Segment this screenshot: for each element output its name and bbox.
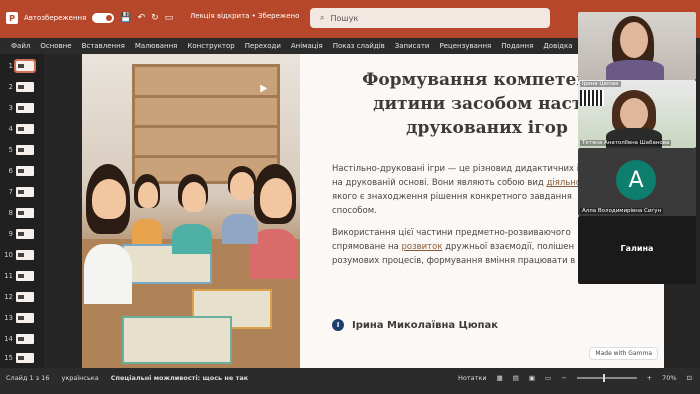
autosave-label: Автозбереження [24,14,87,22]
search-box[interactable]: ⌕ Пошук [310,8,550,28]
tab-view[interactable]: Подання [496,42,538,50]
tab-design[interactable]: Конструктор [182,42,239,50]
slide[interactable]: Формування компетентн дитини засобом нас… [82,54,664,368]
thumbnail[interactable]: 1 [4,58,42,74]
tab-help[interactable]: Довідка [538,42,577,50]
normal-view-icon[interactable]: ▦ [497,374,503,382]
thumbnail[interactable]: 13 [4,310,42,326]
powerpoint-window: P Автозбереження 💾 ↶ ↻ ▭ Лекція відкрита… [0,0,700,394]
slideshow-icon[interactable]: ▭ [545,374,551,382]
powerpoint-logo-icon: P [6,12,18,24]
redo-icon[interactable]: ↻ [151,13,159,23]
participant-tag: Ірина Цюпак [580,81,621,87]
slide-thumbnails: 1 2 3 4 5 6 7 8 9 10 11 12 13 14 15 [0,54,44,368]
made-with-gamma-badge[interactable]: Made with Gamma [589,347,658,360]
participant-avatar: А [616,160,656,200]
participant-name: Тетяна Анатоліївна Шабанова [580,140,672,146]
title-bar-left: P Автозбереження 💾 ↶ ↻ ▭ [6,12,173,24]
thumbnail[interactable]: 12 [4,289,42,305]
video-tile[interactable] [578,12,696,80]
slide-sorter-icon[interactable]: ▤ [513,374,519,382]
author-line[interactable]: I Ірина Миколаївна Цюпак [332,319,498,331]
language[interactable]: українська [61,374,98,382]
slide-counter: Слайд 1 з 16 [6,374,50,382]
thumbnail[interactable]: 10 [4,247,42,263]
participant-name: Галина [620,244,654,253]
board-game [122,316,232,364]
search-icon: ⌕ [320,13,325,22]
thumbnail[interactable]: 7 [4,184,42,200]
undo-icon[interactable]: ↶ [138,13,146,23]
video-tile[interactable]: А Алла Володимирівна Сигун [578,148,696,216]
video-tile[interactable]: Галина [578,216,696,284]
tab-review[interactable]: Рецензування [434,42,496,50]
search-placeholder: Пошук [330,13,359,23]
zoom-out-icon[interactable]: − [561,374,566,382]
tab-slideshow[interactable]: Показ слайдів [328,42,390,50]
present-icon[interactable]: ▭ [165,13,174,23]
save-icon[interactable]: 💾 [120,13,131,23]
autosave-toggle[interactable] [92,13,115,23]
thumbnail[interactable]: 3 [4,100,42,116]
video-tile[interactable]: Ірина Цюпак Тетяна Анатоліївна Шабанова [578,80,696,148]
notes-button[interactable]: Нотатки [458,374,487,382]
author-avatar: I [332,319,344,331]
tab-insert[interactable]: Вставлення [77,42,130,50]
thumbnail[interactable]: 14 [4,331,42,347]
status-bar: Слайд 1 з 16 українська Спеціальні можли… [0,368,700,394]
thumbnail[interactable]: 15 [4,350,42,366]
zoom-slider[interactable] [576,374,637,382]
tab-record[interactable]: Записати [390,42,435,50]
accessibility-status[interactable]: Спеціальні можливості: щось не так [111,374,248,382]
status-right: Нотатки ▦ ▤ ▣ ▭ − + 70% ⊡ [458,374,692,382]
bookshelf [132,64,280,184]
children-playing-photo[interactable] [82,54,300,368]
tab-draw[interactable]: Малювання [130,42,182,50]
thumbnail[interactable]: 9 [4,226,42,242]
fit-slide-icon[interactable]: ⊡ [687,374,692,382]
zoom-in-icon[interactable]: + [647,374,652,382]
document-title[interactable]: Лекція відкрита • Збережено [190,12,299,20]
calendar-pattern [580,90,604,106]
thumbnail[interactable]: 2 [4,79,42,95]
thumbnail[interactable]: 5 [4,142,42,158]
tab-animations[interactable]: Анімація [286,42,328,50]
zoom-level[interactable]: 70% [662,374,676,382]
tab-home[interactable]: Основне [35,42,76,50]
author-name: Ірина Миколаївна Цюпак [352,319,499,331]
status-left: Слайд 1 з 16 українська Спеціальні можли… [6,374,248,382]
reading-view-icon[interactable]: ▣ [529,374,535,382]
thumbnail[interactable]: 6 [4,163,42,179]
participant-name: Алла Володимирівна Сигун [580,208,664,214]
thumbnail[interactable]: 4 [4,121,42,137]
tab-file[interactable]: Файл [6,42,35,50]
thumbnail[interactable]: 11 [4,268,42,284]
thumbnail[interactable]: 8 [4,205,42,221]
tab-transitions[interactable]: Переходи [240,42,286,50]
